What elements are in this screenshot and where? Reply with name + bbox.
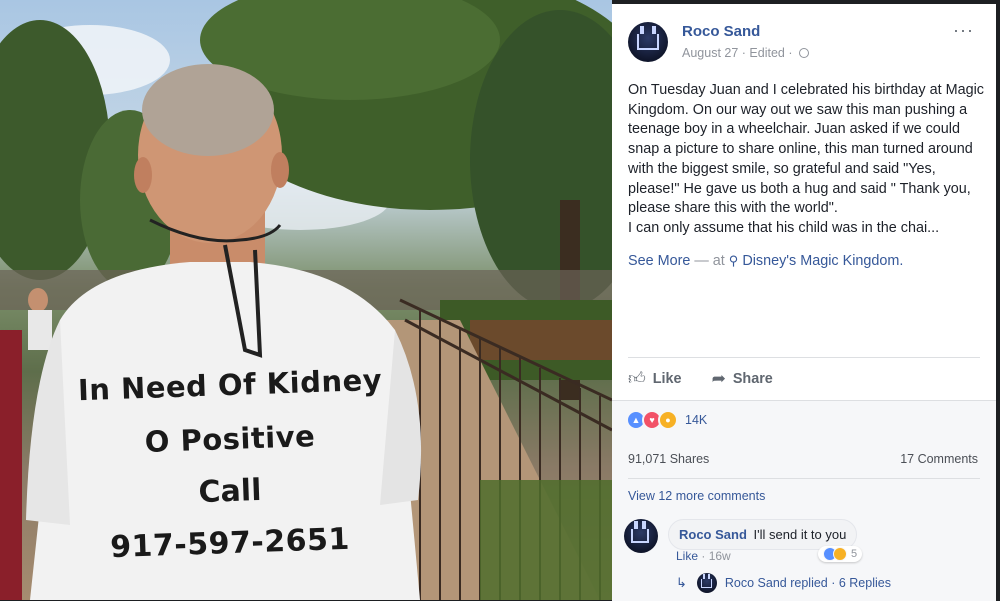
location-pin-icon: ⚲: [728, 253, 739, 268]
like-button[interactable]: 👍︎ Like: [628, 368, 682, 389]
like-label: Like: [652, 370, 682, 387]
comments-count[interactable]: 17 Comments: [900, 452, 978, 466]
post-actions: 👍︎ Like ➦ Share: [628, 368, 799, 389]
more-options-icon[interactable]: ···: [953, 20, 974, 41]
post-author-name[interactable]: Roco Sand: [682, 23, 760, 40]
replies-summary: Roco Sand replied · 6 Replies: [724, 576, 891, 590]
post-panel: Roco Sand August 27 · Edited · ··· On Tu…: [612, 4, 996, 601]
share-arrow-icon: ➦: [711, 369, 726, 388]
comment-reaction-count: 5: [851, 548, 858, 560]
location-link[interactable]: Disney's Magic Kingdom.: [742, 253, 903, 269]
post-paragraph: On Tuesday Juan and I celebrated his bir…: [628, 82, 984, 217]
divider: [628, 478, 980, 479]
thumbs-up-icon: 👍︎: [628, 369, 646, 388]
view-more-comments-link[interactable]: View 12 more comments: [628, 489, 765, 503]
comment-time[interactable]: 16w: [709, 549, 731, 563]
post-meta: August 27 · Edited ·: [682, 46, 809, 60]
at-separator: — at: [690, 253, 729, 269]
share-label: Share: [732, 371, 773, 387]
castle-logo-icon: [631, 521, 649, 543]
comment-reactions[interactable]: 5: [818, 546, 863, 562]
castle-logo-icon: [700, 574, 712, 588]
comment-like-link[interactable]: Like: [676, 549, 698, 563]
replier-avatar: [696, 573, 717, 593]
comment-meta: Like · 16w: [676, 549, 731, 563]
engagement-area: ▲ ♥ ● 14K 91,071 Shares 17 Comments View…: [612, 400, 996, 601]
reactions-count[interactable]: 14K: [685, 413, 707, 427]
globe-icon: [798, 48, 809, 58]
comment-author[interactable]: Roco Sand: [679, 527, 747, 542]
commenter-avatar[interactable]: [624, 519, 658, 553]
see-more-link[interactable]: See More: [628, 253, 690, 269]
replies-link[interactable]: ↳ Roco Sand replied · 6 Replies: [676, 573, 891, 593]
post-body: On Tuesday Juan and I celebrated his bir…: [628, 81, 984, 239]
reactions-summary[interactable]: ▲ ♥ ● 14K: [626, 410, 707, 430]
share-button[interactable]: ➦ Share: [712, 369, 773, 389]
see-more-line: See More — at ⚲ Disney's Magic Kingdom.: [628, 253, 903, 269]
author-avatar[interactable]: [628, 22, 668, 62]
post-paragraph: I can only assume that his child was in …: [628, 219, 940, 236]
comment-text: I'll send it to you: [753, 527, 847, 542]
castle-logo-icon: [637, 26, 659, 50]
divider: [628, 357, 980, 358]
dot-separator: ·: [701, 549, 706, 563]
sad-reaction-icon: ●: [658, 410, 678, 430]
shares-count[interactable]: 91,071 Shares: [628, 452, 709, 466]
post-photo[interactable]: In Need Of Kidney O Positive Call 917-59…: [0, 0, 612, 600]
post-timestamp[interactable]: August 27 · Edited ·: [682, 46, 792, 60]
sad-reaction-icon: [833, 547, 847, 561]
reply-arrow-icon: ↳: [676, 575, 687, 590]
